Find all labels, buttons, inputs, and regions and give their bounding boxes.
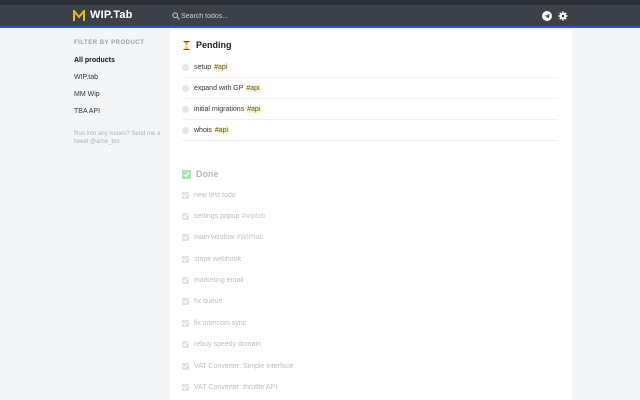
done-checkbox[interactable] — [182, 341, 189, 348]
done-checkbox[interactable] — [182, 298, 189, 305]
done-text: new test todo — [194, 192, 236, 199]
done-checkbox[interactable] — [182, 192, 189, 199]
filter-mm-wip[interactable]: MM Wip — [74, 90, 174, 107]
done-text: settings popup — [194, 213, 240, 220]
filter-all-products[interactable]: All products — [74, 56, 174, 73]
done-text: marketing email — [194, 277, 244, 284]
todo-text: setup — [194, 63, 212, 71]
todo-tag[interactable]: #api — [245, 84, 261, 92]
hourglass-icon — [183, 40, 190, 50]
done-text: VAT Converter: Simple interface — [194, 363, 294, 370]
todo-text: expand with GP — [194, 84, 244, 92]
telegram-icon[interactable] — [542, 11, 552, 21]
done-tag[interactable]: #WIPtab — [236, 234, 263, 241]
todo-checkbox[interactable] — [182, 126, 189, 134]
todo-row[interactable]: setup #api — [182, 57, 558, 78]
done-row[interactable]: settings popup #wiptab — [182, 206, 558, 227]
todo-row[interactable]: expand with GP #api — [182, 78, 558, 99]
done-row[interactable]: new test todo — [182, 185, 558, 206]
done-checkbox[interactable] — [182, 320, 189, 327]
gear-icon[interactable] — [558, 11, 568, 21]
pending-heading: Pending — [182, 40, 232, 50]
app-logo-text: WIP.Tab — [90, 9, 133, 21]
logo-icon — [73, 10, 85, 21]
filter-tba-api[interactable]: TBA API — [74, 107, 174, 124]
done-heading: Done — [182, 169, 219, 179]
todo-tag[interactable]: #api — [213, 63, 229, 71]
done-checkbox[interactable] — [182, 234, 189, 241]
help-text: Run into any issues? Send me a tweet @ar… — [74, 131, 161, 145]
done-checkbox[interactable] — [182, 277, 189, 284]
todo-tag[interactable]: #api — [246, 105, 262, 113]
done-tag[interactable]: #wiptab — [242, 213, 266, 220]
done-row[interactable]: VAT Converter: throttle API — [182, 377, 558, 398]
done-text: fix queue — [194, 298, 223, 305]
filter-wiptab[interactable]: WIP.tab — [74, 73, 174, 90]
filter-title: FILTER BY PRODUCT — [74, 40, 145, 46]
todo-row[interactable]: initial migrations #api — [182, 99, 558, 120]
search-icon — [172, 12, 180, 20]
done-row[interactable]: stripe webhook — [182, 249, 558, 270]
pending-title: Pending — [196, 40, 232, 50]
todo-text: whois — [194, 126, 212, 134]
done-row[interactable]: fix intercom sync — [182, 313, 558, 334]
done-text: VAT Converter: throttle API — [194, 384, 278, 391]
todo-panel: Pending setup #api expand with GP #api i… — [170, 30, 572, 400]
done-title: Done — [196, 169, 219, 179]
done-row[interactable]: VAT Converter: Simple interface — [182, 356, 558, 377]
todo-checkbox[interactable] — [182, 84, 189, 92]
done-text: fix intercom sync — [194, 320, 247, 327]
done-row[interactable]: rebuy speedy domain — [182, 334, 558, 355]
done-checkbox[interactable] — [182, 256, 189, 263]
done-text: main window — [194, 234, 235, 241]
sidebar: FILTER BY PRODUCT All products WIP.tab M… — [74, 40, 174, 146]
done-checkbox[interactable] — [182, 384, 189, 391]
done-checkbox[interactable] — [182, 363, 189, 370]
done-row[interactable]: marketing email — [182, 270, 558, 291]
search-input[interactable] — [181, 9, 481, 24]
check-box-icon — [182, 169, 191, 179]
todo-tag[interactable]: #api — [213, 126, 230, 134]
todo-text: initial migrations — [194, 105, 245, 113]
done-text: stripe webhook — [194, 256, 242, 263]
todo-checkbox[interactable] — [182, 105, 189, 113]
app-header: WIP.Tab — [0, 5, 640, 28]
todo-row[interactable]: whois #api — [182, 120, 558, 141]
done-row[interactable]: fix queue — [182, 291, 558, 312]
done-row[interactable]: main window #WIPtab — [182, 227, 558, 248]
done-checkbox[interactable] — [182, 213, 189, 220]
todo-checkbox[interactable] — [182, 63, 189, 71]
done-text: rebuy speedy domain — [194, 341, 261, 348]
